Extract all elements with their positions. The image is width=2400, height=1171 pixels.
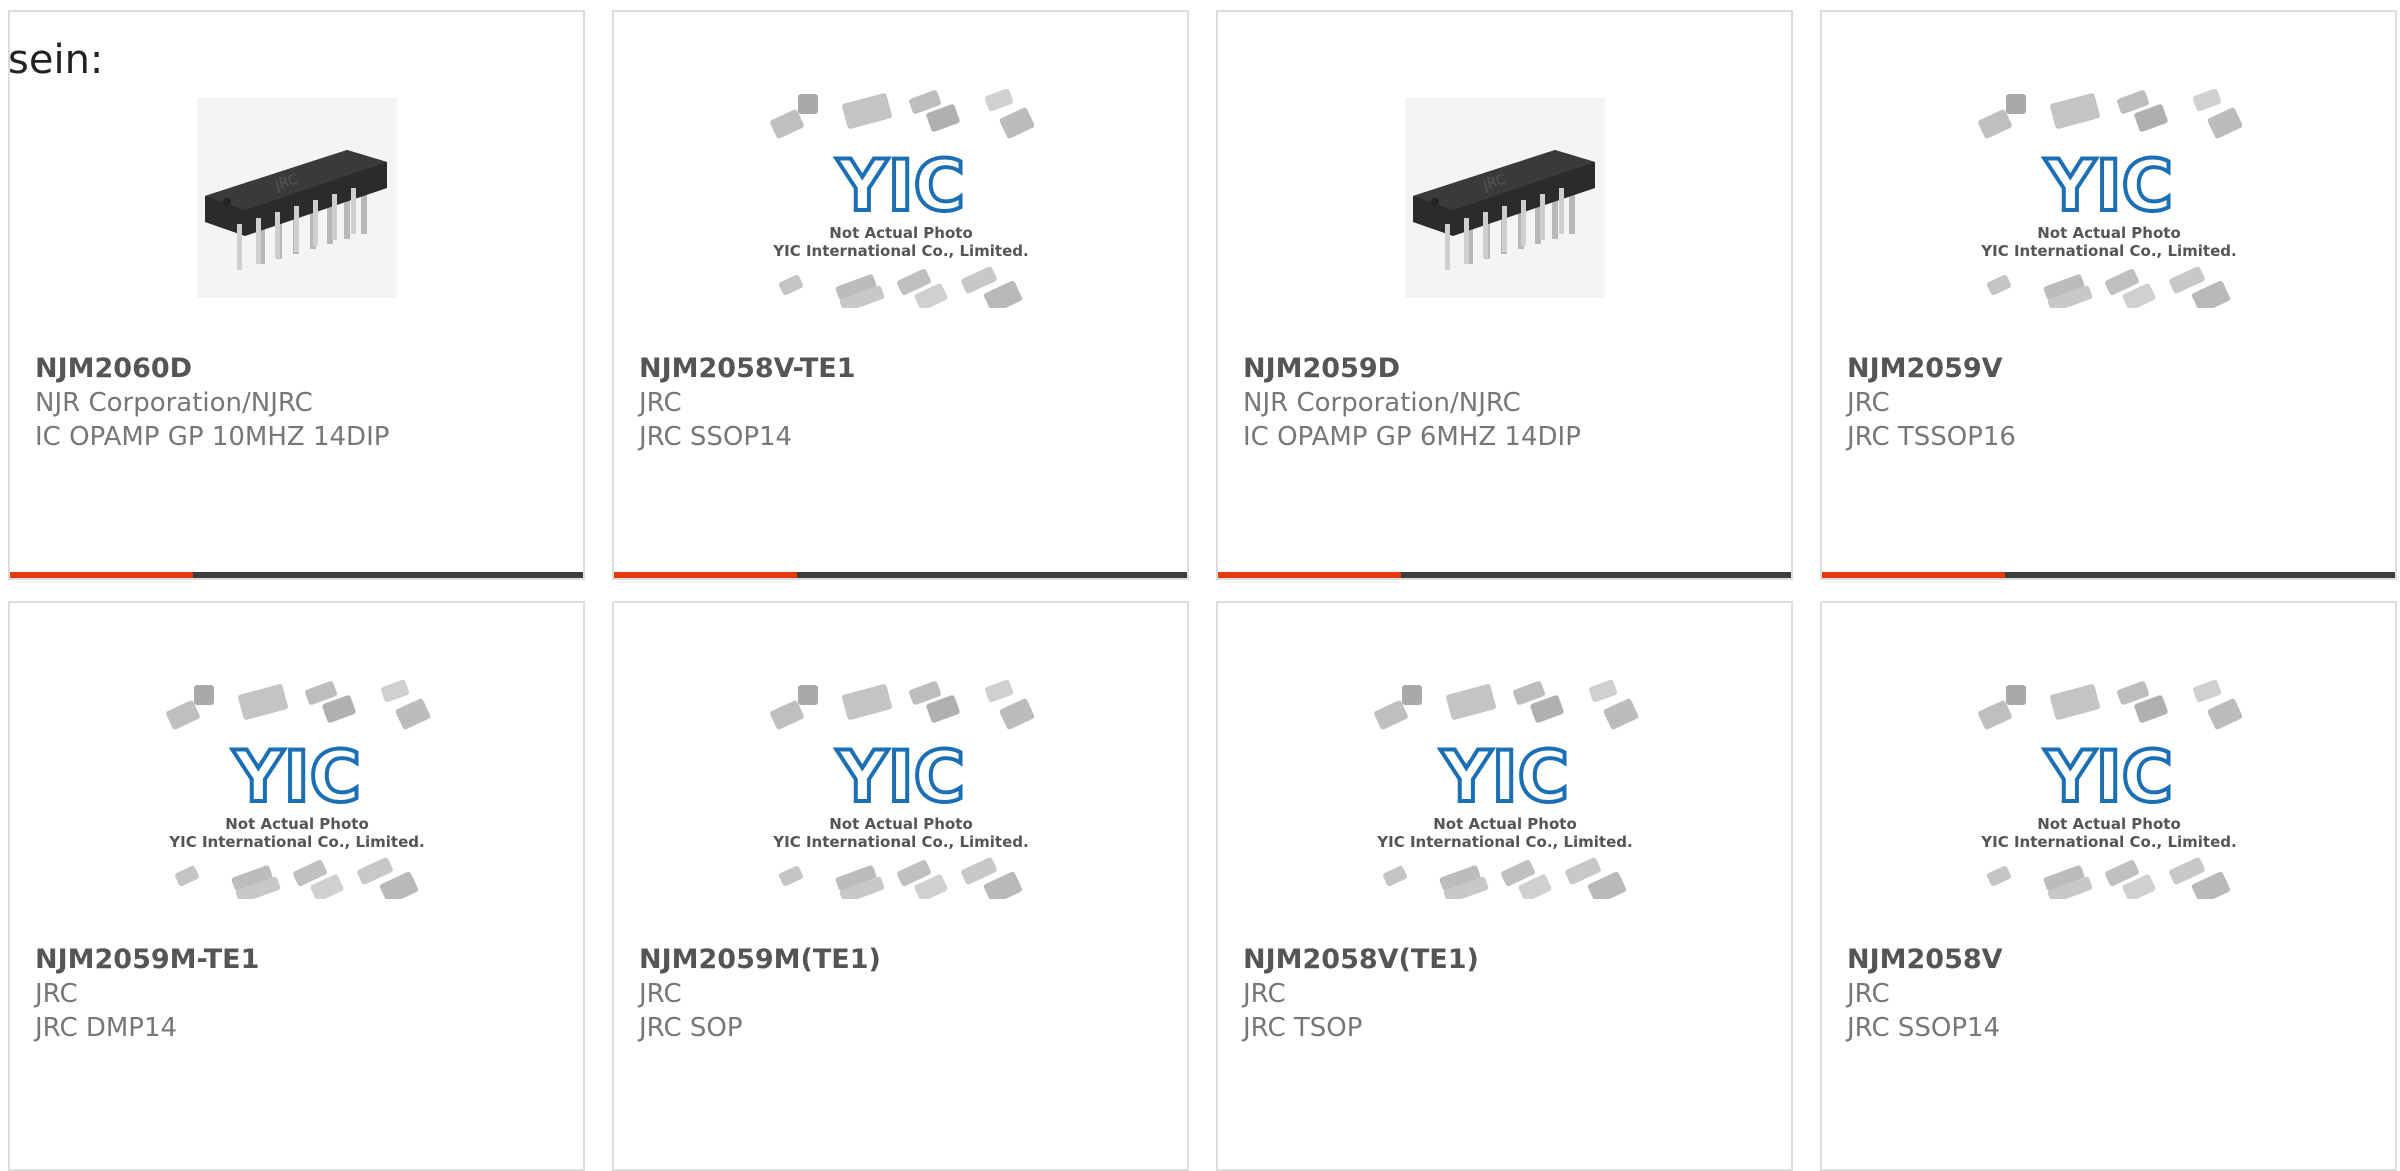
svg-text:Not Actual Photo: Not Actual Photo — [2037, 815, 2181, 833]
product-card[interactable]: YIC Not Actual Photo YIC International C… — [612, 10, 1189, 580]
product-info: NJM2058V JRC JRC SSOP14 — [1847, 943, 2385, 1045]
dip-chip-picture: JRC — [197, 98, 397, 298]
product-card[interactable]: YIC Not Actual Photo YIC International C… — [1820, 601, 2397, 1171]
description-label: JRC SSOP14 — [639, 422, 793, 452]
product-card[interactable]: JRC NJM2060D NJR Corporation/NJRC IC OPA… — [8, 10, 585, 580]
card-accent-bar — [614, 572, 797, 578]
card-accent-bar — [1218, 572, 1401, 578]
manufacturer-label: NJR Corporation/NJRC — [35, 388, 313, 418]
card-footer-bar — [1218, 572, 1791, 578]
description-label: JRC SSOP14 — [1847, 1013, 2001, 1043]
svg-text:YIC International Co., Limited: YIC International Co., Limited. — [168, 833, 424, 851]
intro-text: sein: — [8, 37, 104, 83]
manufacturer-label: JRC — [639, 979, 682, 1009]
svg-text:Not Actual Photo: Not Actual Photo — [829, 815, 973, 833]
part-number-link[interactable]: NJM2058V — [1847, 943, 2385, 977]
product-image[interactable]: YIC Not Actual Photo YIC International C… — [766, 679, 1036, 899]
product-info: NJM2060D NJR Corporation/NJRC IC OPAMP G… — [35, 352, 573, 454]
svg-text:YIC International Co., Limited: YIC International Co., Limited. — [1376, 833, 1632, 851]
product-info: NJM2058V(TE1) JRC JRC TSOP — [1243, 943, 1781, 1045]
manufacturer-label: JRC — [1243, 979, 1286, 1009]
product-info: NJM2059V JRC JRC TSSOP16 — [1847, 352, 2385, 454]
card-accent-bar — [10, 572, 193, 578]
part-number-link[interactable]: NJM2059M-TE1 — [35, 943, 573, 977]
part-number-link[interactable]: NJM2059M(TE1) — [639, 943, 1177, 977]
card-accent-bar — [1822, 572, 2005, 578]
dip-chip-picture: JRC — [1405, 98, 1605, 298]
part-number-link[interactable]: NJM2059V — [1847, 352, 2385, 386]
manufacturer-label: JRC — [1847, 388, 1890, 418]
manufacturer-label: JRC — [35, 979, 78, 1009]
product-grid: JRC NJM2060D NJR Corporation/NJRC IC OPA… — [0, 0, 2400, 1171]
product-image[interactable]: YIC Not Actual Photo YIC International C… — [766, 88, 1036, 308]
product-card[interactable]: YIC Not Actual Photo YIC International C… — [1216, 601, 1793, 1171]
product-image[interactable]: JRC — [162, 88, 432, 308]
card-footer-bar — [614, 572, 1187, 578]
svg-text:YIC International Co., Limited: YIC International Co., Limited. — [772, 242, 1028, 260]
manufacturer-label: JRC — [639, 388, 682, 418]
product-card[interactable]: JRC NJM2059D NJR Corporation/NJRC IC OPA… — [1216, 10, 1793, 580]
svg-text:Not Actual Photo: Not Actual Photo — [1433, 815, 1577, 833]
card-footer-bar — [1822, 572, 2395, 578]
yic-placeholder-picture: YIC Not Actual Photo YIC International C… — [166, 679, 431, 899]
svg-text:YIC: YIC — [1440, 736, 1569, 818]
product-info: NJM2059M(TE1) JRC JRC SOP — [639, 943, 1177, 1045]
product-card[interactable]: YIC Not Actual Photo YIC International C… — [612, 601, 1189, 1171]
svg-text:YIC: YIC — [2044, 145, 2173, 227]
svg-text:YIC: YIC — [2044, 736, 2173, 818]
part-number-link[interactable]: NJM2059D — [1243, 352, 1781, 386]
description-label: JRC DMP14 — [35, 1013, 178, 1043]
product-card[interactable]: YIC Not Actual Photo YIC International C… — [1820, 10, 2397, 580]
product-card[interactable]: YIC Not Actual Photo YIC International C… — [8, 601, 585, 1171]
description-label: JRC SOP — [639, 1013, 743, 1043]
yic-placeholder-picture: YIC Not Actual Photo YIC International C… — [1978, 679, 2243, 899]
svg-text:YIC International Co., Limited: YIC International Co., Limited. — [1980, 833, 2236, 851]
svg-text:Not Actual Photo: Not Actual Photo — [2037, 224, 2181, 242]
product-image[interactable]: JRC — [1370, 88, 1640, 308]
description-label: IC OPAMP GP 10MHZ 14DIP — [35, 422, 390, 452]
svg-text:YIC: YIC — [232, 736, 361, 818]
product-info: NJM2059D NJR Corporation/NJRC IC OPAMP G… — [1243, 352, 1781, 454]
svg-text:Not Actual Photo: Not Actual Photo — [225, 815, 369, 833]
description-label: JRC TSOP — [1243, 1013, 1363, 1043]
svg-text:YIC International Co., Limited: YIC International Co., Limited. — [1980, 242, 2236, 260]
svg-text:Not Actual Photo: Not Actual Photo — [829, 224, 973, 242]
manufacturer-label: JRC — [1847, 979, 1890, 1009]
svg-text:YIC: YIC — [836, 145, 965, 227]
product-info: NJM2058V-TE1 JRC JRC SSOP14 — [639, 352, 1177, 454]
yic-placeholder-picture: YIC Not Actual Photo YIC International C… — [770, 679, 1035, 899]
description-label: IC OPAMP GP 6MHZ 14DIP — [1243, 422, 1581, 452]
product-info: NJM2059M-TE1 JRC JRC DMP14 — [35, 943, 573, 1045]
part-number-link[interactable]: NJM2058V-TE1 — [639, 352, 1177, 386]
product-image[interactable]: YIC Not Actual Photo YIC International C… — [1974, 88, 2244, 308]
product-image[interactable]: YIC Not Actual Photo YIC International C… — [1974, 679, 2244, 899]
part-number-link[interactable]: NJM2058V(TE1) — [1243, 943, 1781, 977]
yic-placeholder-picture: YIC Not Actual Photo YIC International C… — [1374, 679, 1639, 899]
svg-text:YIC International Co., Limited: YIC International Co., Limited. — [772, 833, 1028, 851]
product-image[interactable]: YIC Not Actual Photo YIC International C… — [1370, 679, 1640, 899]
yic-placeholder-picture: YIC Not Actual Photo YIC International C… — [770, 88, 1035, 308]
svg-text:YIC: YIC — [836, 736, 965, 818]
yic-placeholder-picture: YIC Not Actual Photo YIC International C… — [1978, 88, 2243, 308]
manufacturer-label: NJR Corporation/NJRC — [1243, 388, 1521, 418]
card-footer-bar — [10, 572, 583, 578]
description-label: JRC TSSOP16 — [1847, 422, 2016, 452]
part-number-link[interactable]: NJM2060D — [35, 352, 573, 386]
product-image[interactable]: YIC Not Actual Photo YIC International C… — [162, 679, 432, 899]
